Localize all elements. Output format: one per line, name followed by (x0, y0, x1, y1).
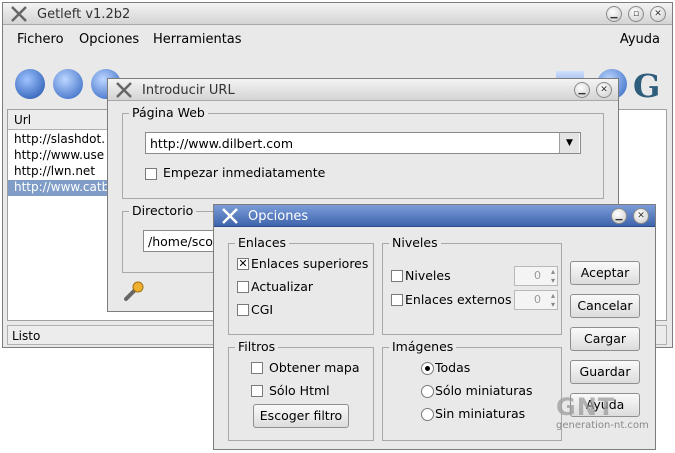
label-cgi: CGI (251, 302, 274, 317)
globe-icon[interactable] (15, 69, 45, 99)
menu-opciones[interactable]: Opciones (79, 32, 139, 47)
images-group-label: Imágenes (389, 339, 457, 354)
label-obtener-mapa: Obtener mapa (269, 360, 360, 375)
radio-sin-miniaturas[interactable] (421, 408, 434, 421)
cancel-button[interactable]: Cancelar (570, 294, 640, 318)
wrench-icon[interactable] (122, 279, 146, 303)
label-enlaces-superiores: Enlaces superiores (251, 256, 369, 271)
menu-ayuda[interactable]: Ayuda (620, 32, 660, 47)
url-dialog-titlebar[interactable]: Introducir URL ▁ ✕ (108, 79, 618, 101)
list-item[interactable]: http://lwn.net (8, 164, 108, 180)
dialog-x-icon (222, 208, 238, 224)
app-x-icon (11, 6, 27, 22)
label-solo-miniaturas: Sólo miniaturas (435, 383, 533, 398)
start-now-label: Empezar inmediatamente (163, 165, 326, 180)
radio-todas[interactable] (421, 362, 434, 375)
checkbox-enlaces-superiores[interactable]: ✕ (237, 258, 249, 270)
checkbox-solo-html[interactable] (251, 385, 263, 397)
url-dropdown-button[interactable]: ▼ (559, 133, 579, 153)
close-icon[interactable]: ✕ (596, 82, 612, 98)
menubar: Fichero Opciones Herramientas Ayuda (3, 27, 672, 51)
column-header-url[interactable]: Url (8, 110, 108, 130)
url-dialog-title: Introducir URL (142, 83, 235, 98)
images-group: Imágenes Todas Sólo miniaturas Sin minia… (382, 339, 562, 441)
label-sin-miniaturas: Sin miniaturas (435, 406, 526, 421)
watermark-site: generation-nt.com (556, 420, 649, 431)
main-title: Getleft v1.2b2 (37, 7, 131, 22)
play-icon[interactable] (53, 69, 83, 99)
close-icon[interactable]: ✕ (650, 6, 666, 22)
levels-group-label: Niveles (389, 235, 441, 250)
watermark-logo: GNT (556, 393, 616, 421)
enlaces-externos-spinner[interactable]: 0 (514, 290, 558, 310)
checkbox-obtener-mapa[interactable] (251, 362, 263, 374)
label-enlaces-externos: Enlaces externos (405, 292, 512, 307)
links-group: Enlaces ✕ Enlaces superiores Actualizar … (228, 235, 374, 335)
accept-button[interactable]: Aceptar (570, 261, 640, 285)
menu-herramientas[interactable]: Herramientas (153, 32, 242, 47)
checkbox-enlaces-externos[interactable] (391, 294, 403, 306)
main-titlebar[interactable]: Getleft v1.2b2 ▁ ▫ ✕ (3, 3, 672, 25)
load-button[interactable]: Cargar (570, 327, 640, 351)
list-item-selected[interactable]: http://www.catb (8, 180, 108, 196)
radio-solo-miniaturas[interactable] (421, 385, 434, 398)
filters-group: Filtros Obtener mapa Sólo Html Escoger f… (228, 339, 374, 441)
checkbox-niveles[interactable] (391, 270, 403, 282)
close-icon[interactable]: ✕ (633, 208, 649, 224)
web-page-group: Página Web http://www.dilbert.com ▼ Empe… (122, 105, 604, 199)
filters-group-label: Filtros (235, 339, 279, 354)
label-solo-html: Sólo Html (269, 383, 330, 398)
label-niveles: Niveles (405, 268, 451, 283)
checkbox-cgi[interactable] (237, 304, 249, 316)
choose-filter-button[interactable]: Escoger filtro (253, 404, 349, 428)
save-button[interactable]: Guardar (570, 360, 640, 384)
options-title: Opciones (248, 209, 309, 224)
niveles-spinner[interactable]: 0 (514, 266, 558, 286)
levels-group: Niveles Niveles 0 Enlaces externos 0 (382, 235, 562, 335)
svg-text:G: G (633, 67, 660, 101)
label-actualizar: Actualizar (251, 279, 313, 294)
label-todas: Todas (435, 360, 471, 375)
maximize-icon[interactable]: ▫ (628, 6, 644, 22)
options-titlebar[interactable]: Opciones ▁ ✕ (214, 205, 655, 227)
list-item[interactable]: http://slashdot. (8, 132, 108, 148)
web-page-group-label: Página Web (129, 105, 208, 120)
minimize-icon[interactable]: ▁ (606, 6, 622, 22)
url-input[interactable]: http://www.dilbert.com (145, 132, 581, 154)
menu-fichero[interactable]: Fichero (17, 32, 64, 47)
dialog-x-icon (116, 82, 132, 98)
g-logo-icon[interactable]: G (631, 67, 661, 101)
list-item[interactable]: http://www.use (8, 148, 108, 164)
start-now-checkbox[interactable] (145, 168, 157, 180)
directory-group-label: Directorio (129, 203, 197, 218)
minimize-icon[interactable]: ▁ (574, 82, 590, 98)
checkbox-actualizar[interactable] (237, 281, 249, 293)
minimize-icon[interactable]: ▁ (611, 208, 627, 224)
links-group-label: Enlaces (235, 235, 290, 250)
